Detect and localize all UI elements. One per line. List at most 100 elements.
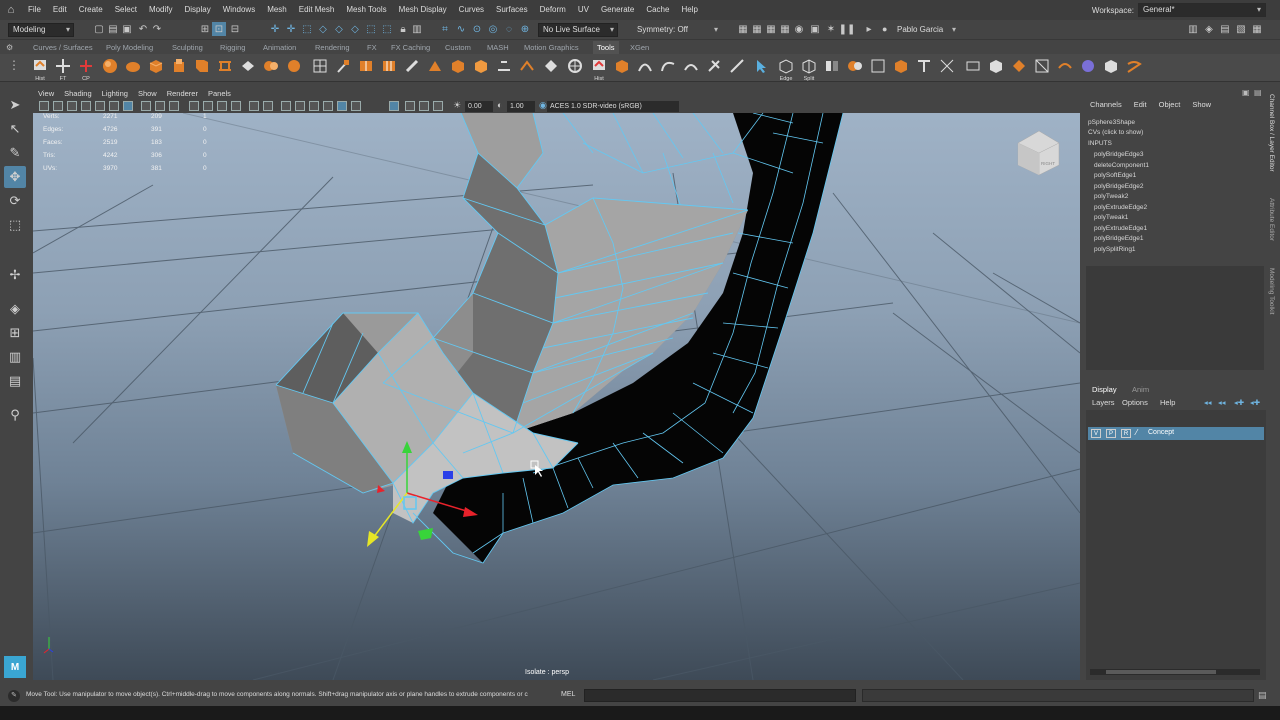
center-pivot-icon[interactable]: CP	[76, 56, 96, 82]
menu-uv[interactable]: UV	[572, 0, 595, 20]
render-frame-icon[interactable]: ▦	[736, 22, 750, 36]
panel-menu-lighting[interactable]: Lighting	[97, 89, 133, 98]
menu-windows[interactable]: Windows	[217, 0, 261, 20]
select-by-edge-icon[interactable]: ✛	[284, 22, 298, 36]
sculpt-icon[interactable]	[704, 56, 724, 76]
script-language-toggle[interactable]: MEL	[561, 691, 575, 698]
menuset-dropdown[interactable]: Modeling	[8, 23, 74, 37]
anti-aliasing-icon[interactable]	[309, 101, 319, 111]
tab-fx[interactable]: FX	[367, 41, 377, 54]
snap-to-view-plane-icon[interactable]: ◌	[502, 22, 516, 36]
use-all-lights-icon[interactable]	[249, 101, 259, 111]
split-icon[interactable]: Split	[799, 56, 819, 82]
render-setup-icon[interactable]: ▣	[808, 22, 822, 36]
render-icon[interactable]: ▦	[750, 22, 764, 36]
tab-mash[interactable]: MASH	[487, 41, 509, 54]
light-editor-icon[interactable]: ✶	[824, 22, 838, 36]
bool-icon[interactable]	[845, 56, 865, 76]
cb-menu-channels[interactable]: Channels	[1090, 100, 1122, 109]
separate-icon[interactable]	[284, 56, 304, 76]
menu-modify[interactable]: Modify	[143, 0, 179, 20]
layer-color-icon[interactable]: ⁄	[1136, 428, 1137, 437]
layer-reference-toggle[interactable]: R	[1121, 429, 1131, 438]
poly-cube-small-icon[interactable]	[612, 56, 632, 76]
input-node[interactable]: polyTweak1	[1094, 214, 1128, 221]
tool-settings-icon[interactable]: ▧	[1234, 22, 1248, 36]
redo-icon[interactable]: ↷	[150, 22, 164, 36]
tab-custom[interactable]: Custom	[445, 41, 471, 54]
smooth-shade-icon[interactable]	[203, 101, 213, 111]
menu-curves[interactable]: Curves	[453, 0, 490, 20]
hypershade-icon[interactable]: ◉	[792, 22, 806, 36]
wire-icon[interactable]	[1055, 56, 1075, 76]
wrap-icon[interactable]	[1032, 56, 1052, 76]
panel-menu-panels[interactable]: Panels	[203, 89, 236, 98]
search-icon[interactable]: ⚲	[4, 404, 26, 426]
menu-file[interactable]: File	[22, 0, 47, 20]
poly-cube-icon[interactable]	[146, 56, 166, 76]
history-toggle-icon[interactable]: Hist	[589, 56, 609, 82]
combine-icon[interactable]	[261, 56, 281, 76]
bridge-icon[interactable]	[215, 56, 235, 76]
input-node[interactable]: polyTweak2	[1094, 193, 1128, 200]
menu-select[interactable]: Select	[109, 0, 143, 20]
image-plane-icon[interactable]	[81, 101, 91, 111]
two-pane-layout-icon[interactable]: ▥	[4, 346, 26, 368]
rotate-tool-icon[interactable]: ⟳	[4, 190, 26, 212]
ep-curve-icon[interactable]	[635, 56, 655, 76]
tab-modeling-toolkit[interactable]: Modeling Toolkit	[1268, 268, 1275, 315]
snap-to-projected-center-icon[interactable]: ◎	[486, 22, 500, 36]
layer-menu-help[interactable]: Help	[1160, 396, 1175, 410]
attribute-editor-icon[interactable]: ▤	[1218, 22, 1232, 36]
make-live-icon[interactable]: ⊕	[518, 22, 532, 36]
character-controls-icon[interactable]: ◈	[1202, 22, 1216, 36]
menu-deform[interactable]: Deform	[534, 0, 572, 20]
motion-blur-icon[interactable]	[295, 101, 305, 111]
shelf-menu-icon[interactable]: ⋮	[8, 58, 20, 72]
new-layer-icon[interactable]: ◂✚	[1234, 396, 1244, 410]
four-view-layout-icon[interactable]: ⊞	[4, 322, 26, 344]
tab-anim-layers[interactable]: Anim	[1132, 383, 1149, 396]
color-space-dropdown[interactable]: ACES 1.0 SDR-video (sRGB)	[547, 101, 679, 112]
script-editor-icon[interactable]: ▤	[1258, 690, 1267, 701]
menu-help[interactable]: Help	[675, 0, 703, 20]
multi-cut-icon[interactable]	[333, 56, 353, 76]
modeling-toolkit-icon[interactable]: ▥	[1186, 22, 1200, 36]
poke-face-icon[interactable]	[541, 56, 561, 76]
layer-name[interactable]: Concept	[1148, 429, 1174, 436]
cb-menu-show[interactable]: Show	[1192, 100, 1211, 109]
freeze-transforms-icon[interactable]: FT	[53, 56, 73, 82]
input-node[interactable]: polySoftEdge1	[1094, 172, 1136, 179]
isolate-select-icon[interactable]	[337, 101, 347, 111]
channel-box-settings-icon[interactable]: ▣	[1242, 88, 1250, 97]
input-node[interactable]: polyBridgeEdge2	[1094, 183, 1144, 190]
history-icon[interactable]: Hist	[30, 56, 50, 82]
help-line-icon[interactable]: ✎	[8, 690, 20, 702]
measure-icon[interactable]	[727, 56, 747, 76]
menu-edit[interactable]: Edit	[47, 0, 73, 20]
bookmark-icon[interactable]	[67, 101, 77, 111]
layer-scrollbar-thumb[interactable]	[1106, 670, 1216, 674]
panel-menu-show[interactable]: Show	[133, 89, 162, 98]
home-icon[interactable]: ⌂	[0, 0, 22, 20]
menu-mesh-display[interactable]: Mesh Display	[393, 0, 453, 20]
lasso-tool-icon[interactable]: ↖	[4, 118, 26, 140]
layer-playback-toggle[interactable]: P	[1106, 429, 1116, 438]
display-textures-icon[interactable]	[433, 101, 443, 111]
layer-menu-options[interactable]: Options	[1122, 396, 1148, 410]
shadows-icon[interactable]	[263, 101, 273, 111]
target-weld-icon[interactable]	[425, 56, 445, 76]
select-by-uv-icon[interactable]: ◇	[316, 22, 330, 36]
select-object-icon[interactable]: ⊡	[212, 22, 226, 36]
tab-poly-modeling[interactable]: Poly Modeling	[106, 41, 153, 54]
menu-cache[interactable]: Cache	[640, 0, 675, 20]
panel-menu-renderer[interactable]: Renderer	[162, 89, 203, 98]
open-scene-icon[interactable]: ▤	[106, 22, 120, 36]
snap-together-icon[interactable]	[937, 56, 957, 76]
textured-icon[interactable]	[231, 101, 241, 111]
select-by-face-icon[interactable]: ⬚	[300, 22, 314, 36]
tab-rigging[interactable]: Rigging	[220, 41, 245, 54]
mirror-icon[interactable]	[822, 56, 842, 76]
xray-joints-icon[interactable]	[389, 101, 399, 111]
select-tool-icon[interactable]: ➤	[4, 94, 26, 116]
